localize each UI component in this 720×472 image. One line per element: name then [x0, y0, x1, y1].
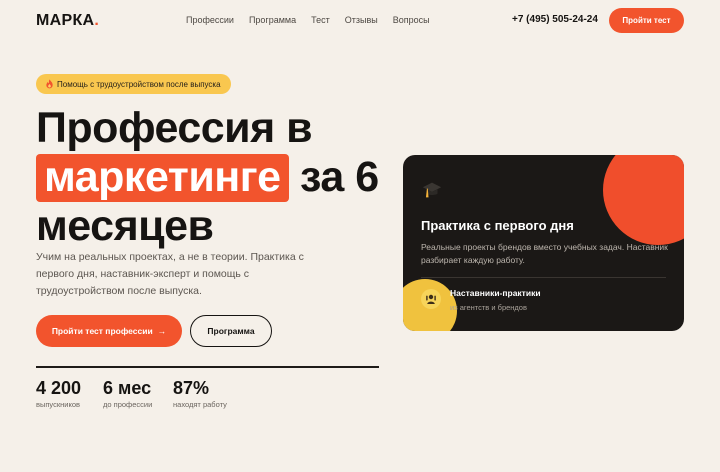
nav-link-professions[interactable]: Профессии	[186, 15, 234, 25]
nav-link-test[interactable]: Тест	[311, 15, 330, 25]
stat-employment: 87% находят работу	[173, 377, 227, 409]
graduation-cap-icon	[422, 182, 442, 198]
mentor-badge-icon	[421, 289, 441, 309]
stat-label: выпускников	[36, 400, 80, 409]
nav-link-reviews[interactable]: Отзывы	[345, 15, 378, 25]
take-profession-test-label: Пройти тест профессии	[51, 326, 153, 336]
hero-subtitle: Учим на реальных проектах, а не в теории…	[36, 251, 304, 297]
logo-dot: .	[94, 12, 100, 29]
stat-graduates: 4 200 выпускников	[36, 377, 81, 409]
hero-title-line2: маркетинге за 6	[36, 153, 396, 202]
arrow-right-icon: →	[157, 326, 167, 336]
stats-divider	[36, 366, 379, 368]
hero-title-line1: Профессия в	[36, 104, 313, 152]
logo[interactable]: МАРКА.	[36, 12, 99, 30]
stat-value: 6 мес	[103, 378, 152, 398]
stat-value: 4 200	[36, 378, 82, 398]
card-description: Реальные проекты брендов вместо учебных …	[421, 242, 668, 265]
stat-duration: 6 мес до профессии	[103, 377, 152, 409]
decorative-circle-red	[603, 155, 684, 245]
stat-value: 87%	[173, 378, 210, 398]
employment-badge: Помощь с трудоустройством после выпуска	[36, 74, 231, 94]
hero-title: Профессия в маркетинге за 6 месяцев	[36, 104, 396, 251]
program-button[interactable]: Программа	[190, 315, 272, 347]
mentor-subtitle: из агентств и брендов	[450, 303, 527, 312]
nav-link-questions[interactable]: Вопросы	[393, 15, 430, 25]
take-profession-test-button[interactable]: Пройти тест профессии →	[36, 315, 182, 347]
fire-icon	[46, 79, 53, 89]
logo-text: МАРКА	[36, 12, 95, 29]
mentor-title: Наставники-практики	[450, 288, 541, 298]
mentor-figure-icon	[426, 294, 436, 304]
phone-link[interactable]: +7 (495) 505-24-24	[512, 14, 598, 25]
hero-title-highlight: маркетинге	[36, 154, 289, 202]
card-title: Практика с первого дня	[421, 218, 574, 233]
nav-link-program[interactable]: Программа	[249, 15, 296, 25]
hero-title-rest: за 6	[300, 153, 379, 201]
hero-title-line3: месяцев	[36, 202, 214, 250]
practice-card: Практика с первого дня Реальные проекты …	[403, 155, 684, 331]
stat-label: до профессии	[103, 400, 153, 409]
main-nav: Профессии Программа Тест Отзывы Вопросы	[186, 15, 430, 25]
card-divider	[421, 277, 666, 278]
header-test-button[interactable]: Пройти тест	[609, 8, 684, 33]
stat-label: находят работу	[173, 400, 227, 409]
badge-text: Помощь с трудоустройством после выпуска	[57, 79, 221, 89]
